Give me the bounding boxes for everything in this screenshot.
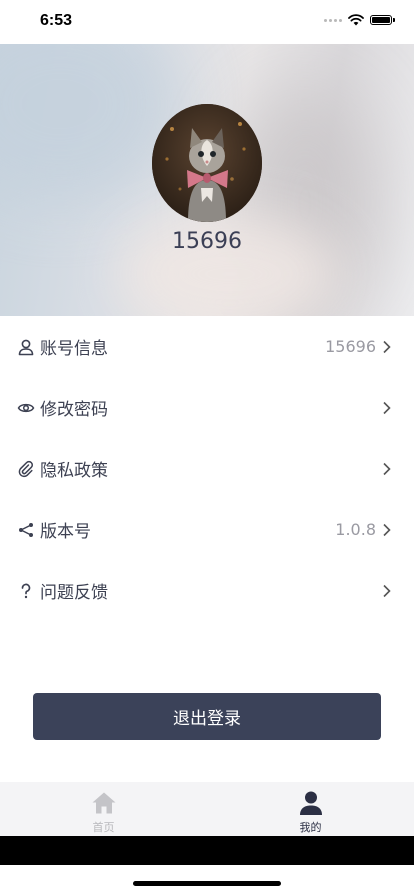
logout-button[interactable]: 退出登录 [33, 693, 381, 740]
question-icon [17, 582, 35, 600]
signal-icon [324, 18, 342, 22]
chevron-right-icon [383, 584, 391, 597]
chevron-right-icon [383, 462, 391, 475]
status-icons [324, 14, 395, 26]
menu-label: 问题反馈 [40, 583, 108, 603]
tab-label: 我的 [299, 821, 322, 834]
home-indicator[interactable] [133, 881, 281, 886]
menu-item-account-info[interactable]: 账号信息 15696 [0, 316, 414, 377]
wifi-icon [348, 14, 364, 26]
menu-value: 15696 [325, 337, 376, 356]
chevron-right-icon [383, 401, 391, 414]
eye-icon [17, 399, 35, 417]
chevron-right-icon [383, 523, 391, 536]
menu-value: 1.0.8 [335, 520, 376, 539]
menu-label: 修改密码 [40, 400, 108, 420]
menu-item-feedback[interactable]: 问题反馈 [0, 560, 414, 621]
person-icon [300, 791, 322, 815]
user-icon [17, 338, 35, 356]
menu-item-privacy-policy[interactable]: 隐私政策 [0, 438, 414, 499]
status-time: 6:53 [40, 12, 73, 29]
tab-bar: 首页 我的 [0, 782, 414, 836]
menu-label: 账号信息 [40, 339, 108, 359]
tab-home[interactable]: 首页 [0, 782, 207, 836]
avatar[interactable] [152, 104, 262, 222]
battery-icon [370, 15, 395, 25]
chevron-right-icon [383, 340, 391, 353]
bottom-bar [0, 836, 414, 865]
settings-menu: 账号信息 15696 修改密码 隐私政策 版本号 1.0.8 问题反馈 [0, 316, 414, 621]
paperclip-icon [17, 460, 35, 478]
cat-avatar-image [152, 104, 262, 222]
menu-label: 版本号 [40, 522, 91, 542]
status-bar: 6:53 [0, 0, 414, 44]
menu-label: 隐私政策 [40, 461, 108, 481]
username: 15696 [172, 229, 242, 254]
tab-mine[interactable]: 我的 [207, 782, 414, 836]
menu-item-version[interactable]: 版本号 1.0.8 [0, 499, 414, 560]
tab-label: 首页 [92, 821, 115, 834]
menu-item-change-password[interactable]: 修改密码 [0, 377, 414, 438]
home-icon [92, 792, 116, 814]
share-icon [17, 521, 35, 539]
